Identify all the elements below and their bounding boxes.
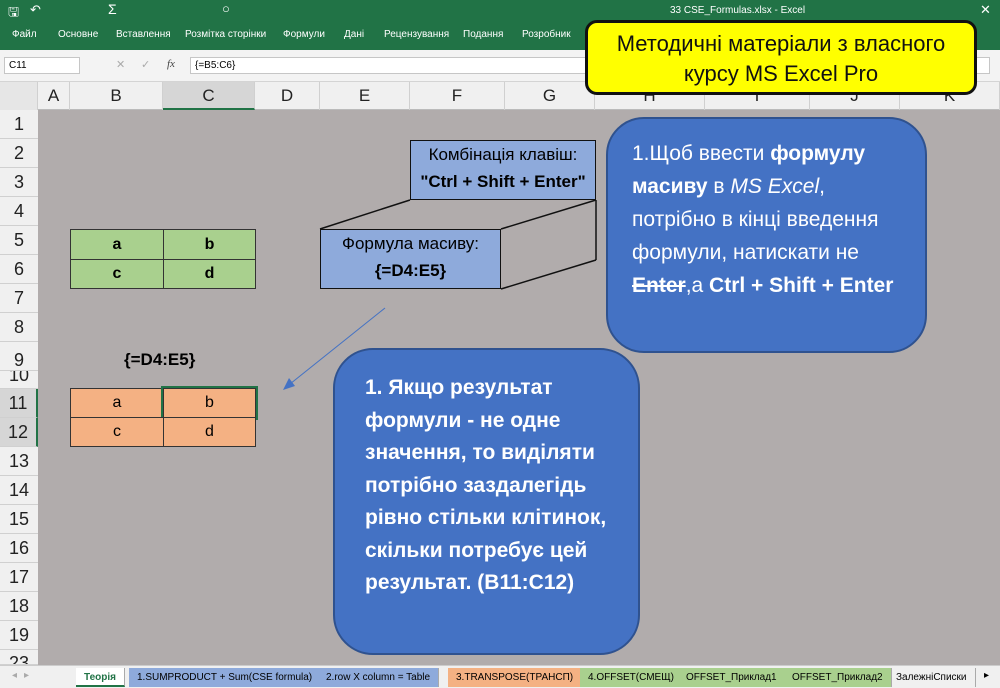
scroll-right-icon[interactable]: ▸ — [24, 670, 29, 681]
array-formula-box: Формула масиву: {=D4:E5} — [320, 229, 501, 289]
shortcut-keys: "Ctrl + Shift + Enter" — [420, 172, 586, 191]
sheet-tab[interactable]: 3.TRANSPOSE(ТРАНСП) — [448, 668, 583, 687]
array-formula-caption: Формула масиву: — [342, 234, 479, 253]
callout-text: в — [707, 175, 731, 198]
sheet-tab[interactable]: 4.OFFSET(СМЕЩ) — [580, 668, 683, 687]
shortcut-label: Комбінація клавіш: — [428, 145, 578, 164]
callout-italic: MS Excel — [730, 175, 820, 198]
callout-selection-note: 1. Якщо результат формули - не одне знач… — [333, 348, 640, 655]
callout-text: ,а — [685, 274, 710, 297]
sheet-tab-theory[interactable]: Теорія — [76, 668, 126, 687]
sheet-tabs-bar: ◂ ▸ Теорія 1.SUMPRODUCT + Sum(CSE formul… — [0, 665, 1000, 688]
sheet-tab[interactable]: ЗалежніСписки — [888, 668, 976, 687]
sheet-tab[interactable]: 2.row X column = Table — [318, 668, 440, 687]
sheet-tab[interactable]: 1.SUMPRODUCT + Sum(CSE formula) — [129, 668, 322, 687]
sheet-tab[interactable]: OFFSET_Приклад2 — [784, 668, 892, 687]
array-formula-value: {=D4:E5} — [374, 261, 447, 280]
sheet-tab[interactable]: OFFSET_Приклад1 — [678, 668, 786, 687]
banner-line2: курсу MS Excel Pro — [683, 61, 879, 86]
callout-strikethrough: Enter — [632, 274, 686, 297]
more-sheets-icon[interactable]: ▸ — [984, 670, 989, 681]
callout-cse-explanation: 1.Щоб ввести формулу масиву в MS Excel, … — [606, 117, 927, 353]
shortcut-box: Комбінація клавіш: "Ctrl + Shift + Enter… — [410, 140, 596, 200]
course-banner: Методичні матеріали з власного курсу MS … — [585, 20, 977, 95]
callout-text: 1.Щоб ввести — [632, 142, 771, 165]
callout-bold: Ctrl + Shift + Enter — [709, 274, 894, 297]
scroll-left-icon[interactable]: ◂ — [12, 670, 17, 681]
banner-line1: Методичні матеріали з власного — [616, 31, 946, 56]
